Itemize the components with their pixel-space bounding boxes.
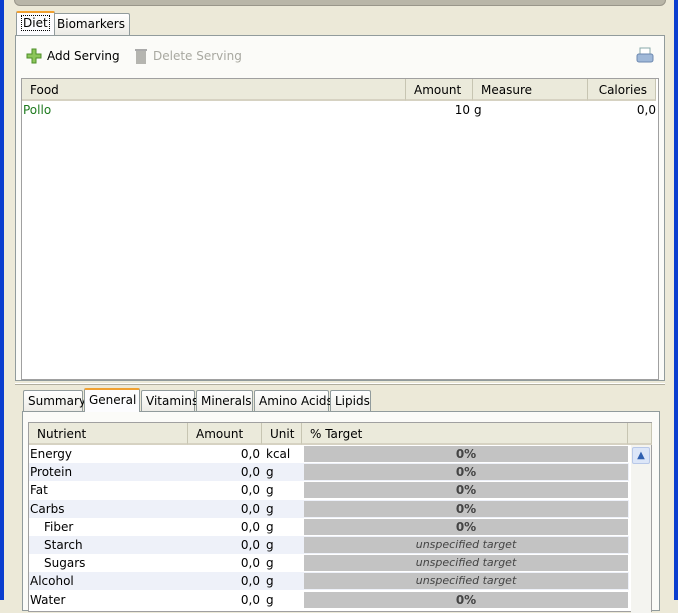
top-panel bbox=[14, 0, 666, 6]
nutrient-table: Nutrient Amount Unit % Target Energy 0,0… bbox=[28, 422, 652, 613]
tab-general[interactable]: General bbox=[84, 388, 140, 412]
header-nutrient[interactable]: Nutrient bbox=[29, 423, 188, 445]
delete-serving-button[interactable]: Delete Serving bbox=[134, 46, 242, 66]
target-progress-bar: unspecified target bbox=[304, 555, 628, 572]
window-border-left bbox=[0, 0, 4, 600]
tab-label: Vitamins bbox=[146, 394, 199, 408]
header-amount[interactable]: Amount bbox=[188, 423, 262, 445]
food-name: Pollo bbox=[23, 103, 52, 117]
window-border-right bbox=[674, 0, 678, 600]
header-corner bbox=[628, 423, 652, 445]
nutrient-name: Starch bbox=[44, 538, 83, 552]
header-calories[interactable]: Calories bbox=[588, 79, 656, 101]
food-calories: 0,0 bbox=[636, 103, 656, 117]
tab-lipids[interactable]: Lipids bbox=[330, 390, 371, 412]
nutrient-name: Fiber bbox=[44, 519, 74, 534]
table-row[interactable]: Fat 0,0 g 0% bbox=[29, 481, 629, 500]
vertical-scrollbar[interactable]: ▲ bbox=[631, 445, 651, 613]
scroll-up-arrow-icon[interactable]: ▲ bbox=[632, 447, 650, 464]
target-progress-bar: unspecified target bbox=[304, 573, 628, 590]
nutrient-unit: g bbox=[266, 519, 274, 534]
tab-label: Amino Acids bbox=[259, 394, 333, 408]
table-row[interactable]: Starch 0,0 g unspecified target bbox=[29, 536, 629, 554]
nutrient-name: Protein bbox=[30, 465, 73, 480]
nutrient-unit: g bbox=[266, 556, 274, 571]
nutrient-name: Fat bbox=[30, 483, 48, 498]
target-progress-bar: 0% bbox=[304, 464, 628, 481]
table-row[interactable]: Fiber 0,0 g 0% bbox=[29, 517, 629, 536]
nutrient-unit: kcal bbox=[266, 447, 291, 461]
tab-label: Summary bbox=[28, 394, 86, 408]
nutrient-unit: g bbox=[266, 483, 274, 498]
target-progress-bar: 0% bbox=[304, 482, 628, 499]
food-measure: g bbox=[474, 103, 482, 117]
nutrient-amount: 0,0 bbox=[240, 465, 260, 480]
table-row[interactable]: Pollo 10 g 0,0 bbox=[22, 101, 658, 119]
header-target[interactable]: % Target bbox=[302, 423, 628, 445]
nutrient-name: Alcohol bbox=[30, 574, 74, 589]
food-table: Food Amount Measure Calories Pollo 10 g … bbox=[21, 78, 659, 380]
print-icon bbox=[636, 47, 654, 63]
nutrient-name: Energy bbox=[30, 447, 73, 461]
tab-vitamins[interactable]: Vitamins bbox=[141, 390, 199, 412]
add-serving-button[interactable]: Add Serving bbox=[26, 46, 120, 66]
tab-minerals[interactable]: Minerals bbox=[196, 390, 253, 412]
tab-label: Lipids bbox=[335, 394, 370, 408]
target-progress-bar: unspecified target bbox=[304, 537, 628, 553]
tab-label: Diet bbox=[21, 15, 50, 31]
header-amount[interactable]: Amount bbox=[406, 79, 473, 101]
header-food[interactable]: Food bbox=[22, 79, 406, 101]
nutrient-unit: g bbox=[266, 538, 274, 552]
table-row[interactable]: Sugars 0,0 g unspecified target bbox=[29, 554, 629, 573]
nutrient-unit: g bbox=[266, 501, 274, 516]
splitter[interactable] bbox=[15, 383, 665, 385]
plus-icon bbox=[26, 48, 42, 64]
tab-diet[interactable]: Diet bbox=[16, 11, 55, 35]
nutrient-amount: 0,0 bbox=[240, 447, 260, 461]
delete-serving-label: Delete Serving bbox=[153, 49, 242, 63]
nutrient-unit: g bbox=[266, 465, 274, 480]
table-row[interactable]: Alcohol 0,0 g unspecified target bbox=[29, 572, 629, 591]
nutrient-unit: g bbox=[266, 574, 274, 589]
target-progress-bar: 0% bbox=[304, 446, 628, 462]
target-progress-bar: 0% bbox=[304, 500, 628, 517]
tab-label: Minerals bbox=[201, 394, 252, 408]
tab-label: Biomarkers bbox=[57, 17, 125, 31]
header-measure[interactable]: Measure bbox=[473, 79, 588, 101]
table-row[interactable]: Protein 0,0 g 0% bbox=[29, 463, 629, 482]
nutrient-amount: 0,0 bbox=[240, 556, 260, 571]
trash-icon bbox=[135, 49, 147, 64]
table-row[interactable]: Carbs 0,0 g 0% bbox=[29, 499, 629, 518]
tab-amino-acids[interactable]: Amino Acids bbox=[254, 390, 333, 412]
add-serving-label: Add Serving bbox=[47, 49, 120, 63]
print-button[interactable] bbox=[636, 47, 654, 68]
nutrient-amount: 0,0 bbox=[240, 483, 260, 498]
target-progress-bar: 0% bbox=[304, 518, 628, 535]
nutrient-amount: 0,0 bbox=[240, 519, 260, 534]
table-row[interactable]: Energy 0,0 kcal 0% bbox=[29, 445, 629, 463]
tab-biomarkers[interactable]: Biomarkers bbox=[52, 13, 130, 35]
nutrient-amount: 0,0 bbox=[240, 574, 260, 589]
food-amount: 10 bbox=[454, 103, 470, 117]
nutrient-name: Sugars bbox=[44, 556, 86, 571]
header-unit[interactable]: Unit bbox=[262, 423, 302, 445]
tab-summary[interactable]: Summary bbox=[23, 390, 86, 412]
nutrient-amount: 0,0 bbox=[240, 501, 260, 516]
nutrient-name: Carbs bbox=[30, 501, 65, 516]
nutrient-amount: 0,0 bbox=[240, 538, 260, 552]
tab-label: General bbox=[89, 393, 137, 407]
